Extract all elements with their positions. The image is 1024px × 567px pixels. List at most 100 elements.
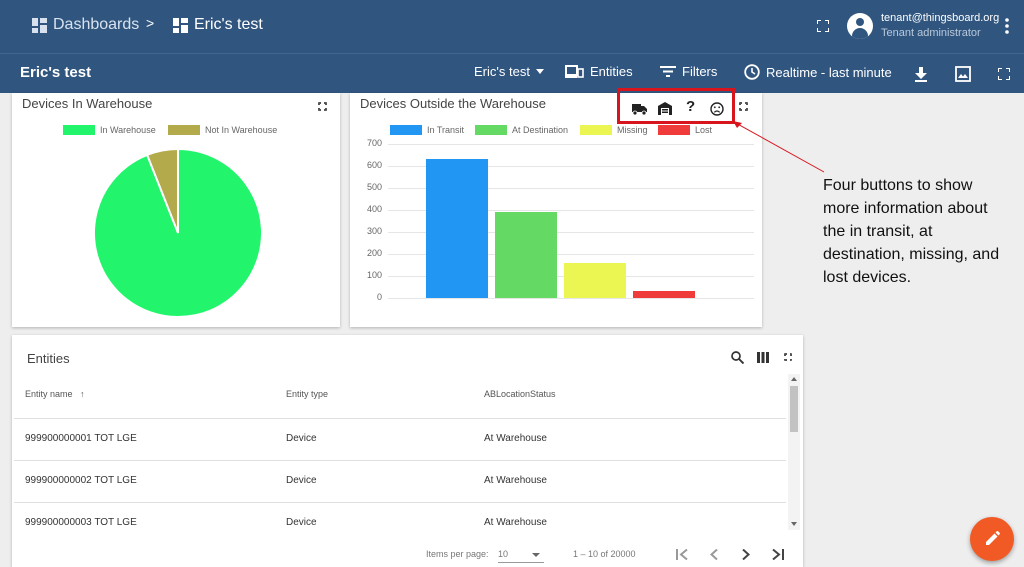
gridline [388, 144, 754, 145]
column-header-location-status[interactable]: ABLocationStatus [484, 389, 556, 399]
legend-label: Not In Warehouse [205, 125, 278, 135]
columns-icon[interactable] [757, 352, 769, 363]
legend-swatch [580, 125, 612, 135]
breadcrumb-current: Eric's test [173, 16, 263, 34]
top-toolbar: Dashboards > Eric's test tenant@thingsbo… [0, 0, 1024, 53]
scrollbar-thumb[interactable] [790, 386, 798, 432]
avatar[interactable] [847, 13, 873, 39]
y-tick-label: 500 [366, 182, 382, 192]
clock-icon [744, 64, 760, 80]
y-tick-label: 400 [366, 204, 382, 214]
pie-slice-in-warehouse[interactable] [93, 147, 263, 318]
column-header-entity-type[interactable]: Entity type [286, 389, 328, 399]
last-page-icon[interactable] [772, 549, 784, 560]
breadcrumb-dashboards[interactable]: Dashboards [32, 16, 139, 34]
cell-entity-type: Device [286, 475, 317, 486]
filter-icon [660, 66, 676, 77]
entities-label: Entities [590, 64, 633, 79]
legend-item[interactable]: In Warehouse [63, 125, 156, 135]
y-tick-label: 100 [366, 270, 382, 280]
items-per-page-select[interactable]: 10 [498, 549, 544, 563]
legend-label: Missing [617, 125, 648, 135]
sort-arrow-icon: ↑ [80, 389, 85, 399]
legend-item[interactable]: Not In Warehouse [168, 125, 277, 135]
gridline [388, 298, 754, 299]
table-scrollbar[interactable] [788, 374, 800, 530]
legend-swatch [658, 125, 690, 135]
legend-item[interactable]: In Transit [390, 125, 464, 135]
items-per-page-label: Items per page: [426, 549, 489, 559]
fullscreen-icon[interactable] [738, 101, 751, 114]
bar-at-destination[interactable] [495, 212, 557, 298]
table-row[interactable]: 999900000003 TOT LGE Device At Warehouse [14, 502, 786, 532]
fullscreen-icon[interactable] [783, 352, 796, 365]
prev-page-icon[interactable] [710, 549, 718, 560]
more-vert-icon[interactable] [1005, 18, 1009, 34]
breadcrumb-current-label: Eric's test [194, 16, 263, 33]
card-title: Entities [27, 351, 70, 366]
state-label: Eric's test [474, 64, 530, 79]
scroll-up-icon[interactable] [791, 377, 797, 381]
edit-fab-button[interactable] [970, 517, 1014, 561]
filters-label: Filters [682, 64, 718, 79]
card-title: Devices In Warehouse [22, 96, 153, 111]
bar-lost[interactable] [633, 291, 695, 298]
legend-swatch [168, 125, 200, 135]
pencil-icon [986, 531, 1000, 545]
state-selector[interactable]: Eric's test [474, 64, 544, 79]
image-export-icon[interactable] [955, 66, 971, 82]
column-header-entity-name[interactable]: Entity name ↑ [25, 389, 85, 399]
dashboard-icon [173, 17, 188, 33]
legend-swatch [63, 125, 95, 135]
y-tick-label: 0 [376, 292, 382, 302]
card-title: Devices Outside the Warehouse [360, 96, 546, 111]
cell-entity-type: Device [286, 517, 317, 528]
legend-item[interactable]: At Destination [475, 125, 568, 135]
y-tick-label: 700 [366, 138, 382, 148]
devices-icon [565, 65, 584, 78]
dashboard-toolbar: Eric's test Eric's test Entities Filters… [0, 53, 1024, 93]
first-page-icon[interactable] [676, 549, 688, 560]
fullscreen-icon[interactable] [998, 68, 1010, 80]
cell-location-status: At Warehouse [484, 517, 547, 528]
legend-label: At Destination [512, 125, 569, 135]
legend-item[interactable]: Lost [658, 125, 712, 135]
y-tick-label: 200 [366, 248, 382, 258]
caret-down-icon [535, 69, 544, 74]
table-row[interactable]: 999900000002 TOT LGE Device At Warehouse [14, 460, 786, 502]
annotation-arrow [733, 121, 825, 173]
scroll-down-icon[interactable] [791, 522, 797, 526]
next-page-icon[interactable] [742, 549, 750, 560]
cell-entity-name: 999900000002 TOT LGE [25, 475, 137, 486]
legend-label: In Transit [427, 125, 465, 135]
bar-missing[interactable] [564, 262, 626, 298]
search-icon[interactable] [731, 351, 744, 364]
dashboard-title: Eric's test [20, 64, 92, 81]
table-row[interactable]: 999900000001 TOT LGE Device At Warehouse [14, 418, 786, 460]
items-per-page-value: 10 [498, 549, 509, 559]
fullscreen-icon[interactable] [317, 101, 330, 114]
breadcrumb-root-label: Dashboards [53, 16, 140, 33]
y-tick-label: 300 [366, 226, 382, 236]
timewindow-button[interactable]: Realtime - last minute [744, 64, 892, 80]
devices-in-warehouse-card: Devices In Warehouse In Warehouse Not In… [12, 93, 340, 327]
cell-entity-type: Device [286, 433, 317, 444]
cell-location-status: At Warehouse [484, 433, 547, 444]
pie-chart [93, 147, 263, 318]
cell-entity-name: 999900000001 TOT LGE [25, 433, 137, 444]
user-info[interactable]: tenant@thingsboard.org Tenant administra… [881, 11, 999, 41]
fullscreen-icon[interactable] [817, 20, 829, 32]
timewindow-label: Realtime - last minute [766, 64, 892, 80]
column-header-label: Entity name [25, 389, 73, 399]
annotation-text: Four buttons to show more information ab… [823, 177, 1000, 286]
bar-in-transit[interactable] [426, 159, 488, 298]
legend-item[interactable]: Missing [580, 125, 648, 135]
filters-button[interactable]: Filters [660, 64, 717, 79]
legend-swatch [475, 125, 507, 135]
legend-label: Lost [695, 125, 713, 135]
breadcrumb-separator: > [146, 15, 155, 31]
devices-outside-warehouse-card: Devices Outside the Warehouse ? In Trans… [350, 93, 762, 327]
dashboard-icon [32, 17, 47, 33]
entities-button[interactable]: Entities [565, 64, 633, 79]
download-icon[interactable] [914, 67, 928, 82]
